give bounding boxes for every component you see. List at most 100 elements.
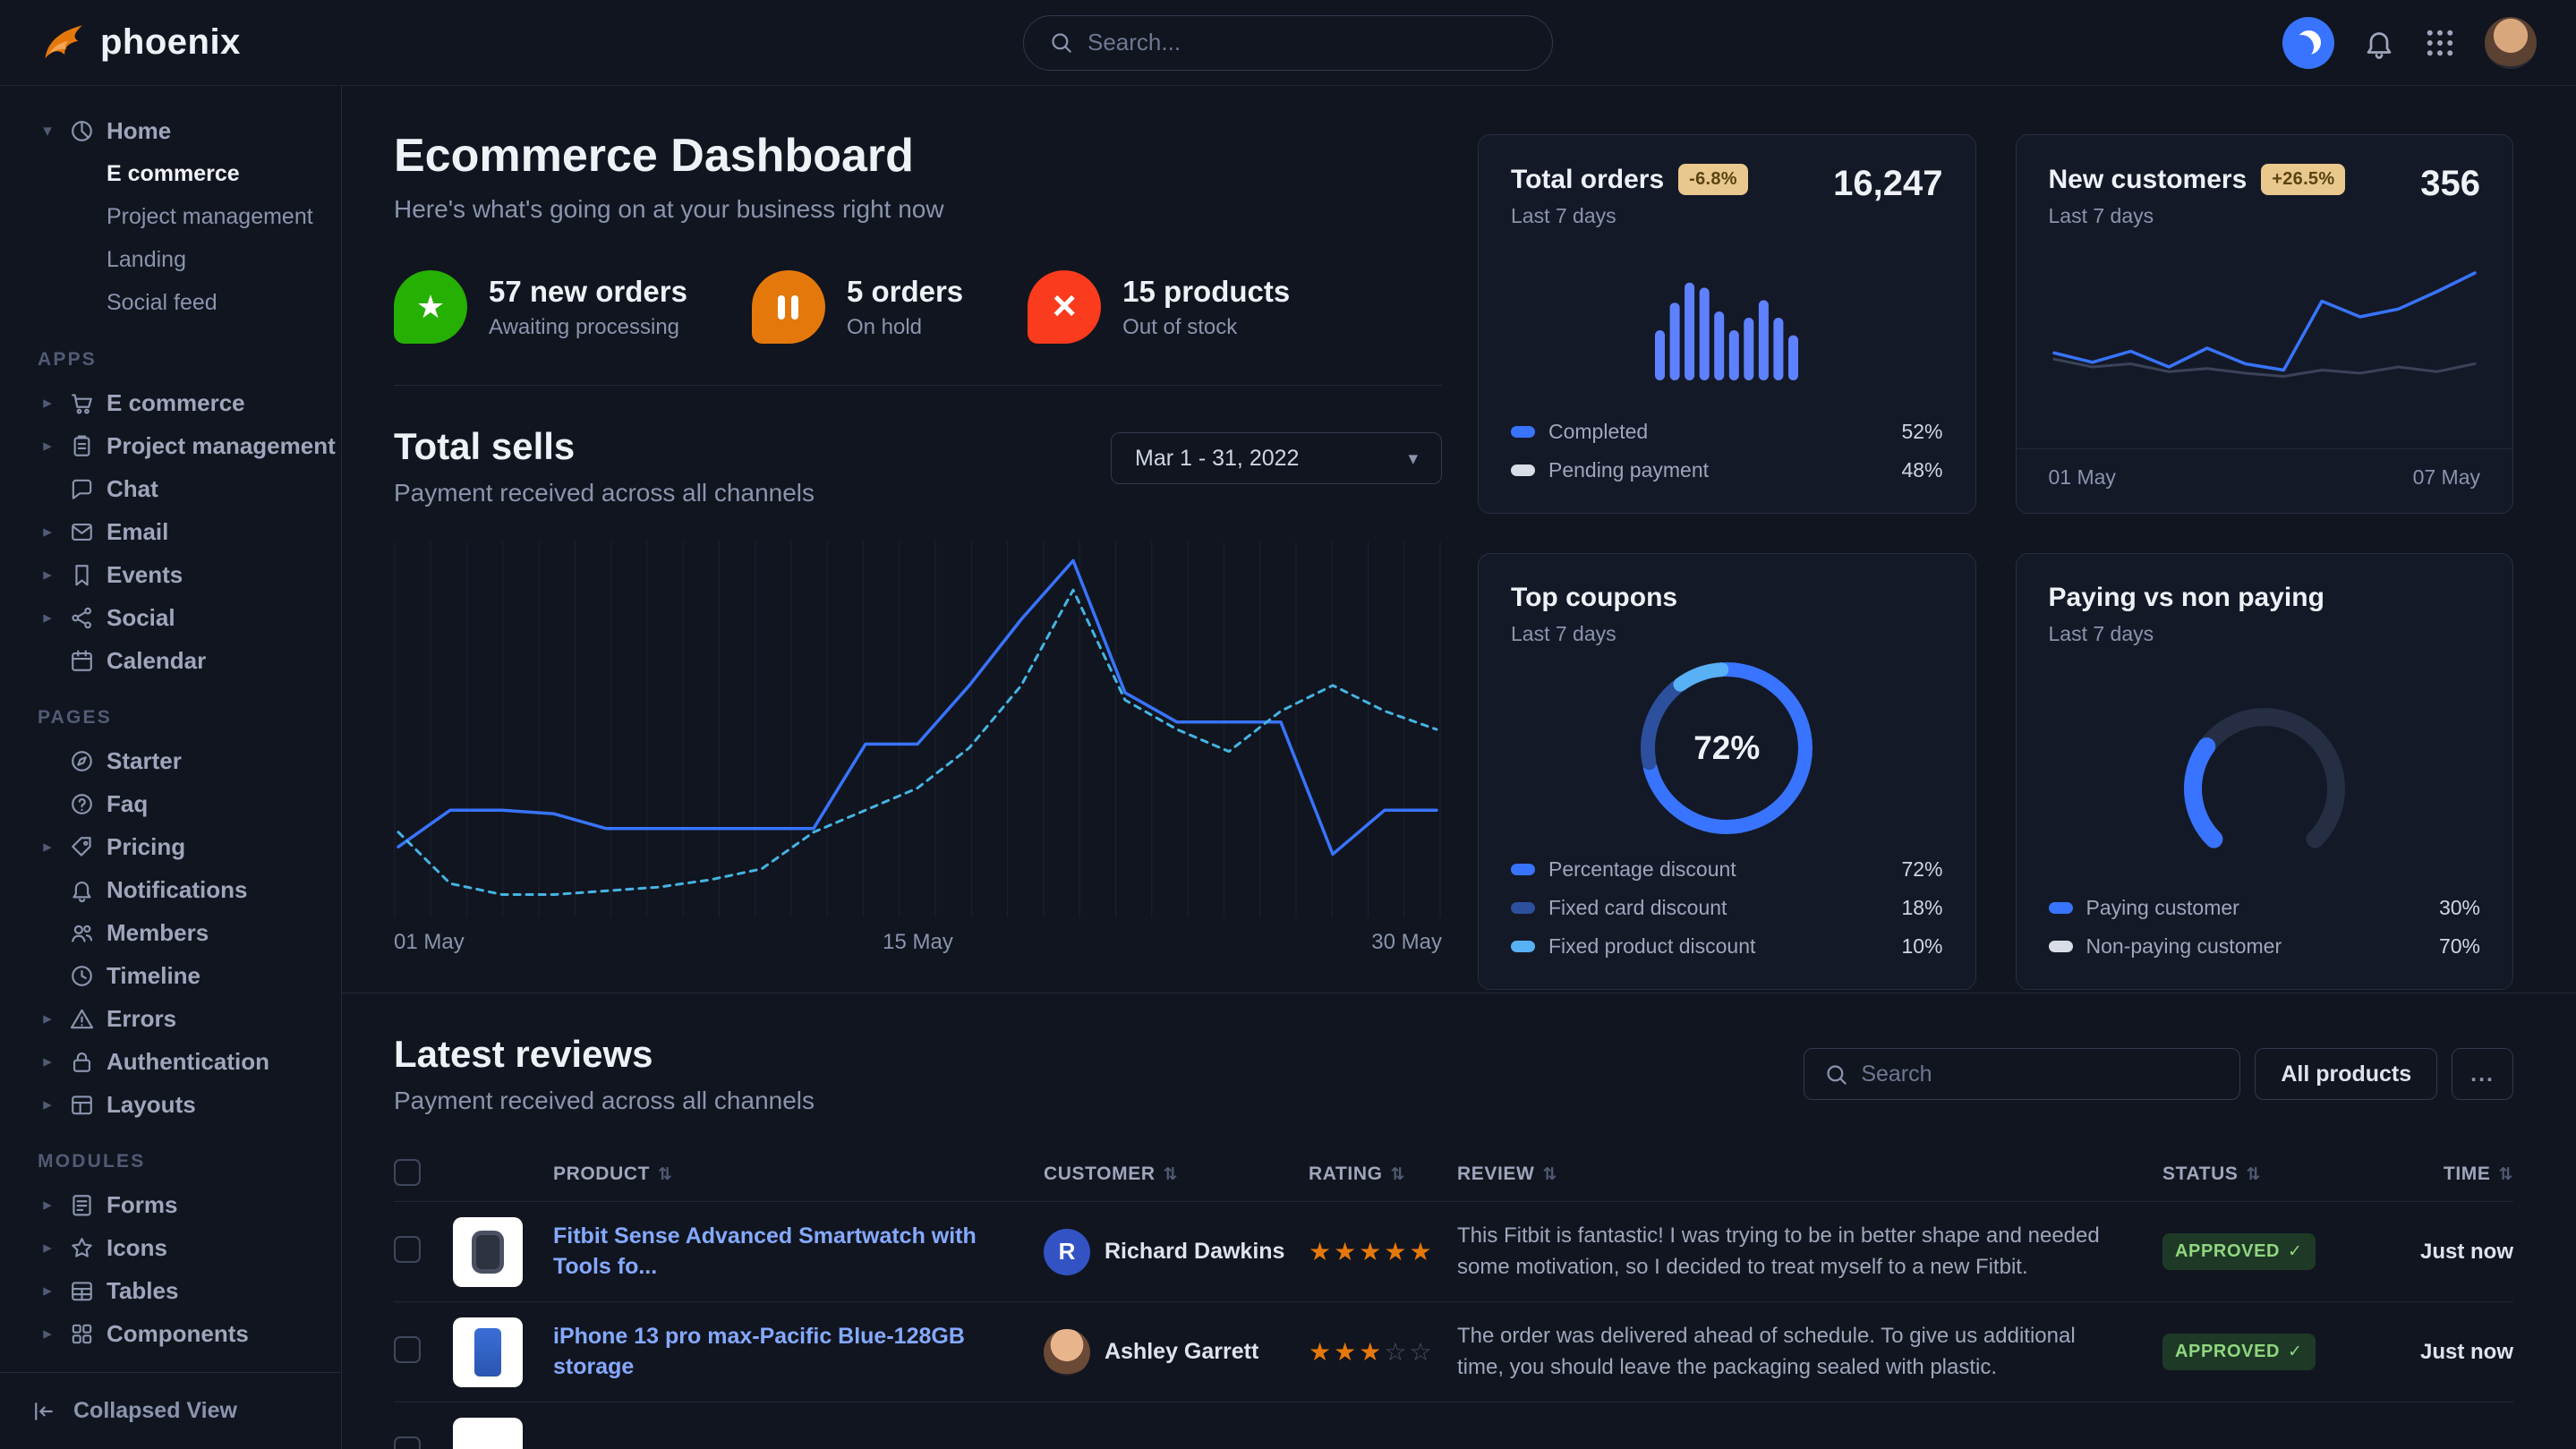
question-circle-icon <box>69 791 95 817</box>
column-header-status[interactable]: STATUS⇅ <box>2162 1163 2383 1185</box>
legend-swatch <box>1511 864 1535 875</box>
sidebar-item-calendar[interactable]: Calendar <box>38 639 314 682</box>
legend-item: Fixed product discount 10% <box>1511 927 1943 966</box>
product-link[interactable]: Fitbit Sense Advanced Smartwatch with To… <box>553 1222 1044 1283</box>
latest-reviews-section: Latest reviews Payment received across a… <box>342 993 2576 1449</box>
sidebar-item-social[interactable]: ▸ Social <box>38 596 314 639</box>
time-cell: Just now <box>2383 1340 2513 1365</box>
home-submenu: E commerce Project management Landing So… <box>38 152 314 324</box>
x-axis-label: 30 May <box>1371 930 1442 955</box>
warning-triangle-icon <box>69 1006 95 1032</box>
sidebar-item-ecommerce-app[interactable]: ▸ E commerce <box>38 381 314 424</box>
select-all-checkbox[interactable] <box>394 1159 421 1186</box>
sidebar-item-project-management-app[interactable]: ▸ Project management <box>38 424 314 467</box>
column-header-time[interactable]: TIME⇅ <box>2383 1163 2513 1185</box>
customer-cell[interactable]: R Richard Dawkins <box>1044 1229 1309 1275</box>
x-axis-label: 07 May <box>2413 465 2480 490</box>
latest-reviews-title: Latest reviews <box>394 1033 815 1076</box>
dashboard-cards: Total orders -6.8% Last 7 days 16,247 <box>1478 129 2513 993</box>
row-checkbox[interactable] <box>394 1236 421 1263</box>
sort-icon: ⇅ <box>1164 1164 1179 1185</box>
sidebar-item-layouts[interactable]: ▸ Layouts <box>38 1083 314 1126</box>
legend-item: Non-paying customer 70% <box>2049 927 2481 966</box>
sidebar-item-notifications[interactable]: Notifications <box>38 868 314 911</box>
sidebar-item-landing[interactable]: Landing <box>38 238 314 281</box>
sidebar-item-events[interactable]: ▸ Events <box>38 553 314 596</box>
stat-new-orders: ★ 57 new orders Awaiting processing <box>394 270 687 344</box>
main-content: Ecommerce Dashboard Here's what's going … <box>342 86 2576 1449</box>
legend-item: Pending payment 48% <box>1511 451 1943 490</box>
column-header-customer[interactable]: CUSTOMER⇅ <box>1044 1163 1309 1185</box>
theme-toggle-button[interactable] <box>2282 17 2334 69</box>
date-range-select[interactable]: Mar 1 - 31, 2022 ▾ <box>1111 432 1442 484</box>
more-actions-button[interactable]: ... <box>2452 1048 2513 1100</box>
all-products-filter-button[interactable]: All products <box>2255 1048 2437 1100</box>
dashboard-left-column: Ecommerce Dashboard Here's what's going … <box>394 129 1442 993</box>
paying-vs-non-paying-card: Paying vs non paying Last 7 days Paying … <box>2016 553 2514 990</box>
product-image[interactable] <box>453 1418 523 1449</box>
caret-right-icon: ▸ <box>38 395 57 412</box>
sidebar-item-email[interactable]: ▸ Email <box>38 510 314 553</box>
column-header-review[interactable]: REVIEW⇅ <box>1457 1163 2162 1185</box>
new-customers-card: New customers +26.5% Last 7 days 356 01 … <box>2016 134 2514 514</box>
search-icon <box>1049 30 1073 55</box>
top-coupons-card: Top coupons Last 7 days 72% Percentage d… <box>1478 553 1976 990</box>
sidebar-item-authentication[interactable]: ▸ Authentication <box>38 1040 314 1083</box>
caret-right-icon: ▸ <box>38 839 57 856</box>
envelope-icon <box>69 519 95 545</box>
sidebar-item-icons[interactable]: ▸ Icons <box>38 1226 314 1269</box>
reviews-search-input[interactable] <box>1861 1061 2220 1087</box>
user-avatar[interactable] <box>2485 17 2537 69</box>
grid-dots-icon <box>2424 27 2456 59</box>
sidebar-item-starter[interactable]: Starter <box>38 739 314 782</box>
table-icon <box>69 1278 95 1304</box>
clipboard-icon <box>69 433 95 459</box>
product-image[interactable] <box>453 1317 523 1387</box>
customer-cell[interactable]: Ashley Garrett <box>1044 1329 1309 1376</box>
product-image[interactable] <box>453 1217 523 1287</box>
page-title: Ecommerce Dashboard <box>394 129 1442 183</box>
users-icon <box>69 920 95 946</box>
review-text: This Fitbit is fantastic! I was trying t… <box>1457 1221 2162 1283</box>
sidebar-item-forms[interactable]: ▸ Forms <box>38 1183 314 1226</box>
customer-avatar: R <box>1044 1229 1090 1275</box>
product-link[interactable]: iPhone 13 pro max-Pacific Blue-128GB sto… <box>553 1322 1044 1383</box>
column-header-product[interactable]: PRODUCT⇅ <box>553 1163 1044 1185</box>
sidebar-item-home[interactable]: ▾ Home <box>38 109 314 152</box>
search-input[interactable] <box>1088 29 1527 56</box>
sidebar-item-components[interactable]: ▸ Components <box>38 1312 314 1355</box>
brand-name: phoenix <box>100 22 241 63</box>
sidebar-item-pricing[interactable]: ▸ Pricing <box>38 825 314 868</box>
x-axis-label: 01 May <box>2049 465 2116 490</box>
sidebar-item-timeline[interactable]: Timeline <box>38 954 314 997</box>
sidebar: ▾ Home E commerce Project management Lan… <box>0 86 342 1449</box>
bell-icon <box>69 877 95 903</box>
smartwatch-image <box>472 1231 504 1274</box>
reviews-search[interactable] <box>1804 1048 2240 1100</box>
sidebar-item-members[interactable]: Members <box>38 911 314 954</box>
brand[interactable]: phoenix <box>39 20 342 66</box>
global-search[interactable] <box>1023 15 1553 71</box>
row-checkbox[interactable] <box>394 1336 421 1363</box>
row-checkbox[interactable] <box>394 1436 421 1449</box>
sidebar-item-ecommerce-dashboard[interactable]: E commerce <box>38 152 314 195</box>
sidebar-item-errors[interactable]: ▸ Errors <box>38 997 314 1040</box>
notifications-button[interactable] <box>2363 27 2395 59</box>
sidebar-item-tables[interactable]: ▸ Tables <box>38 1269 314 1312</box>
column-header-rating[interactable]: RATING⇅ <box>1309 1163 1457 1185</box>
sidebar-item-project-management-dashboard[interactable]: Project management <box>38 195 314 238</box>
legend-item: Fixed card discount 18% <box>1511 889 1943 927</box>
apps-grid-button[interactable] <box>2424 27 2456 59</box>
total-orders-value: 16,247 <box>1833 164 1942 204</box>
x-axis-label: 01 May <box>394 930 465 955</box>
sidebar-item-faq[interactable]: Faq <box>38 782 314 825</box>
collapse-view-button[interactable]: Collapsed View <box>0 1372 341 1449</box>
star-badge-icon: ★ <box>394 270 467 344</box>
sidebar-item-chat[interactable]: Chat <box>38 467 314 510</box>
sidebar-item-social-feed[interactable]: Social feed <box>38 281 314 324</box>
lock-icon <box>69 1049 95 1075</box>
legend-item: Paying customer 30% <box>2049 889 2481 927</box>
caret-down-icon: ▾ <box>38 123 57 140</box>
chevron-down-icon: ▾ <box>1408 447 1418 470</box>
navbar-actions <box>2282 17 2537 69</box>
